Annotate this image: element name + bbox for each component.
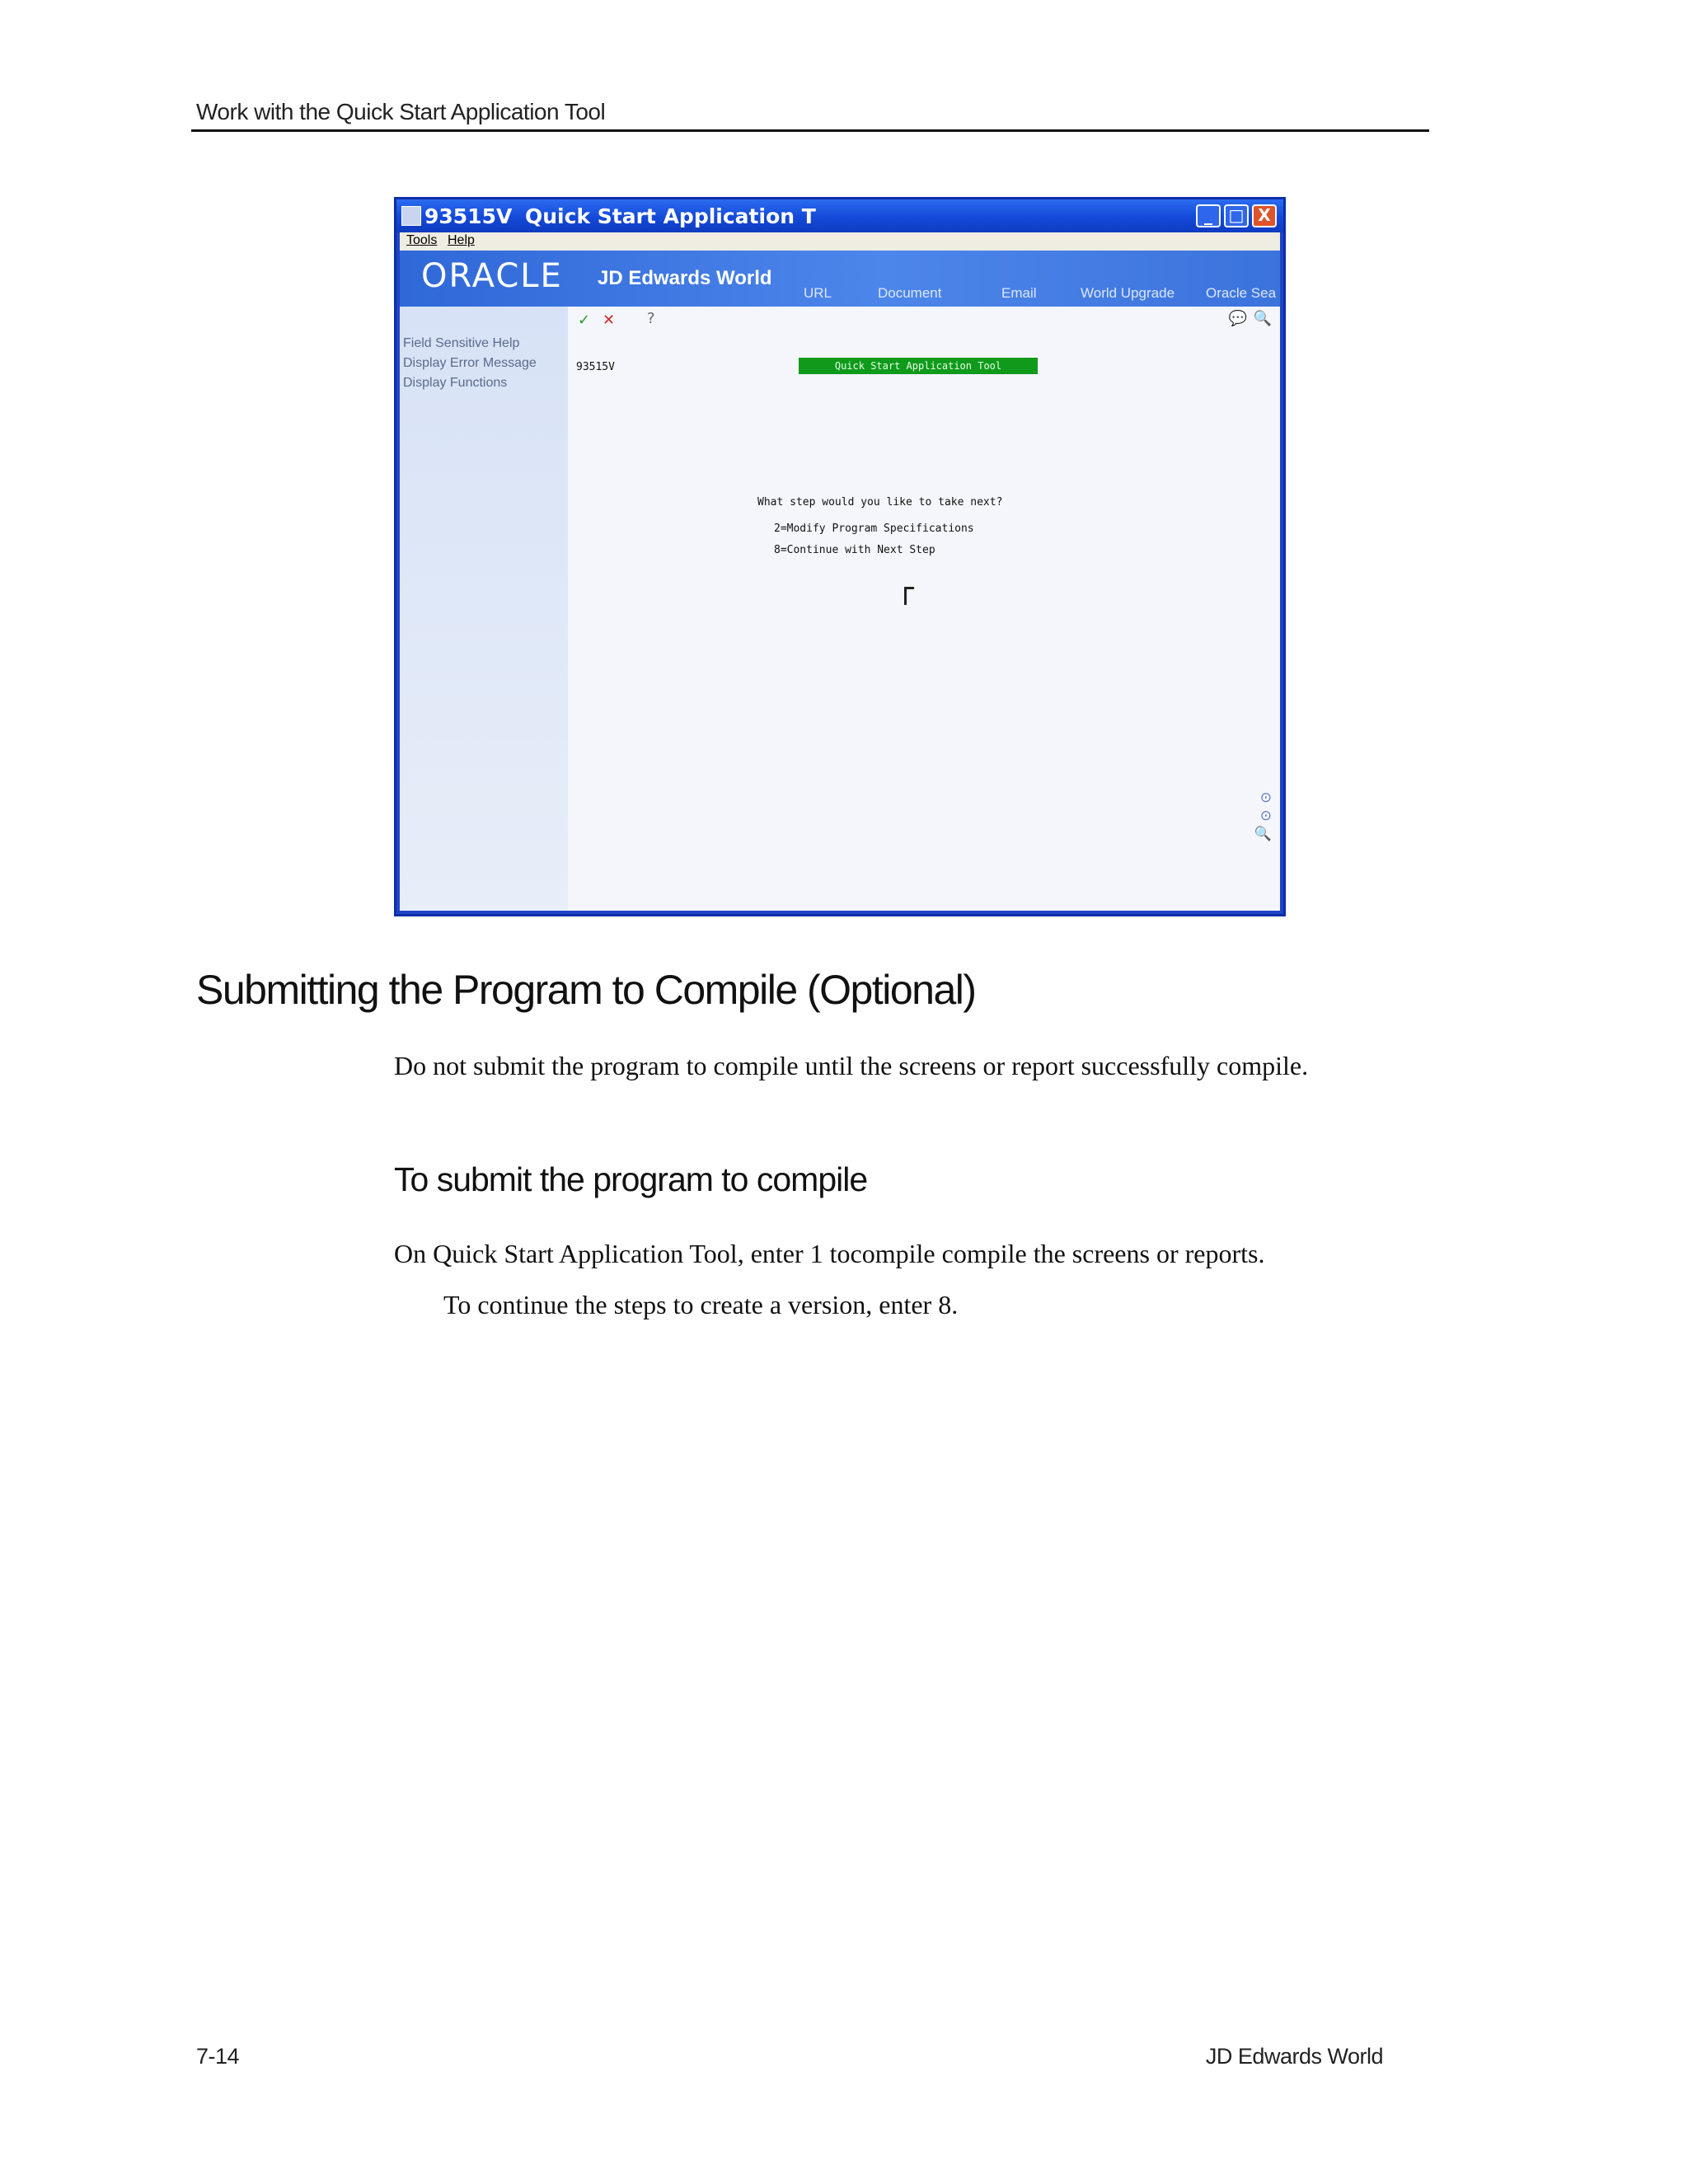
speech-bubble-icon[interactable]: 💬 bbox=[1229, 310, 1247, 327]
section-heading: Submitting the Program to Compile (Optio… bbox=[196, 967, 977, 1013]
app-window-screenshot: 93515V Quick Start Application T _ □ X T… bbox=[394, 197, 1286, 916]
page-number: 7-14 bbox=[196, 2044, 240, 2069]
nav-document[interactable]: Document bbox=[878, 285, 941, 302]
option-modify: 2=Modify Program Specifications bbox=[774, 523, 974, 535]
scroll-up-icon[interactable]: ⊙ bbox=[1260, 790, 1272, 806]
running-header: Work with the Quick Start Application To… bbox=[191, 97, 1429, 132]
side-link-field-help[interactable]: Field Sensitive Help bbox=[403, 336, 519, 351]
running-header-text: Work with the Quick Start Application To… bbox=[196, 99, 606, 124]
menu-bar: Tools Help bbox=[400, 232, 1280, 251]
side-link-functions[interactable]: Display Functions bbox=[403, 376, 507, 391]
window-code: 93515V bbox=[424, 204, 513, 228]
side-link-error-message[interactable]: Display Error Message bbox=[403, 356, 537, 371]
step-paragraph: On Quick Start Application Tool, enter 1… bbox=[394, 1239, 1265, 1268]
close-button[interactable]: X bbox=[1252, 204, 1277, 227]
step-prompt: What step would you like to take next? bbox=[757, 496, 1003, 509]
oracle-logo: ORACLE bbox=[421, 257, 563, 295]
side-panel: Field Sensitive Help Display Error Messa… bbox=[400, 307, 568, 911]
nav-url[interactable]: URL bbox=[804, 285, 832, 302]
menu-help[interactable]: Help bbox=[448, 233, 475, 248]
cancel-icon[interactable]: ✕ bbox=[603, 312, 615, 329]
window-title: Quick Start Application T bbox=[525, 204, 816, 228]
help-icon[interactable]: ? bbox=[647, 310, 655, 327]
input-cursor[interactable] bbox=[904, 587, 914, 605]
jde-logo: JD Edwards World bbox=[598, 267, 772, 289]
window-titlebar: 93515V Quick Start Application T _ □ X bbox=[396, 199, 1283, 232]
menu-tools[interactable]: Tools bbox=[406, 233, 437, 248]
option-continue: 8=Continue with Next Step bbox=[774, 544, 935, 556]
procedure-heading: To submit the program to compile bbox=[394, 1160, 868, 1198]
screen-heading: Quick Start Application Tool bbox=[799, 358, 1038, 374]
book-title: JD Edwards World bbox=[1205, 2044, 1384, 2069]
nav-oracle-search[interactable]: Oracle Sea bbox=[1206, 285, 1276, 302]
magnifier-icon[interactable]: 🔍 bbox=[1254, 310, 1272, 327]
program-id: 93515V bbox=[576, 361, 615, 373]
brand-bar: ORACLE JD Edwards World URL Document Ema… bbox=[400, 251, 1280, 307]
check-icon[interactable]: ✓ bbox=[578, 312, 590, 329]
nav-email[interactable]: Email bbox=[1001, 285, 1037, 302]
app-icon bbox=[401, 206, 421, 226]
minimize-button[interactable]: _ bbox=[1196, 204, 1221, 227]
step-note: To continue the steps to create a versio… bbox=[443, 1290, 959, 1319]
scroll-down-icon[interactable]: ⊙ bbox=[1260, 808, 1272, 824]
zoom-icon[interactable]: 🔍 bbox=[1254, 826, 1272, 842]
window-content: Field Sensitive Help Display Error Messa… bbox=[400, 307, 1280, 911]
intro-paragraph: Do not submit the program to compile unt… bbox=[394, 1051, 1309, 1080]
nav-world-upgrade[interactable]: World Upgrade bbox=[1081, 285, 1175, 302]
maximize-button[interactable]: □ bbox=[1224, 204, 1249, 227]
